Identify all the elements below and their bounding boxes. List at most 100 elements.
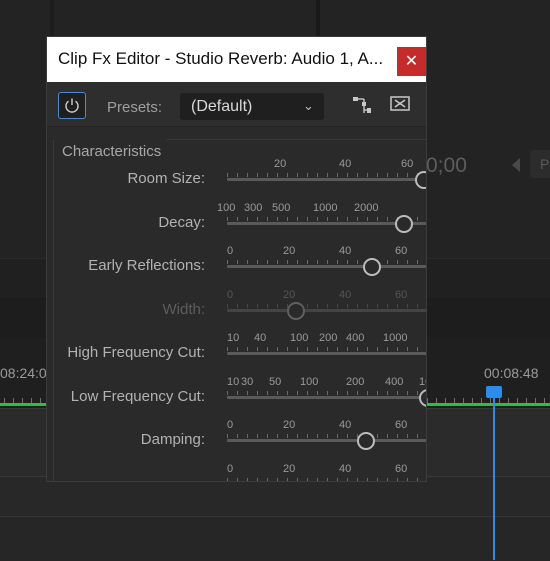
param-slider-track[interactable] — [227, 352, 426, 355]
param-tick — [277, 217, 278, 221]
preset-dropdown[interactable]: (Default) ⌄ — [180, 93, 324, 120]
param-tick — [267, 347, 268, 351]
param-slider-track[interactable] — [227, 178, 426, 181]
param-tick — [277, 434, 278, 438]
param-scale-label: 0 — [227, 245, 234, 257]
monitor-panel-top — [54, 0, 316, 36]
group-border — [53, 140, 54, 481]
param-slider-knob[interactable] — [357, 432, 375, 450]
param-slider-track[interactable] — [227, 396, 426, 399]
param-label: Early Reflections: — [88, 257, 205, 274]
close-button[interactable]: ✕ — [397, 47, 426, 76]
param-tick — [387, 478, 388, 481]
param-tick — [397, 260, 398, 264]
monitor-button[interactable]: P — [530, 150, 550, 178]
param-slider-track[interactable] — [227, 439, 426, 442]
param-tick — [347, 434, 348, 438]
param-tick — [277, 260, 278, 264]
param-tick — [357, 391, 358, 395]
param-scale-label: 2000 — [354, 202, 379, 214]
param-slider-knob[interactable] — [363, 258, 381, 276]
param-tick — [247, 217, 248, 221]
param-scale-label: 60 — [395, 245, 408, 257]
routing-icon[interactable] — [353, 97, 373, 120]
param-tick — [417, 260, 418, 264]
param-slider-knob[interactable] — [287, 302, 305, 320]
param-scale-label: 60 — [395, 463, 408, 475]
param-tick — [277, 478, 278, 481]
param-tick — [377, 304, 378, 308]
param-tick — [347, 173, 348, 177]
param-tick — [257, 391, 258, 395]
group-label: Characteristics — [62, 143, 162, 160]
param-scale-label: 60 — [401, 158, 414, 170]
monitor-panel-left — [0, 0, 50, 290]
remove-effect-icon[interactable] — [390, 95, 410, 113]
param-slider-knob[interactable] — [395, 215, 413, 233]
timeline-track-3[interactable] — [0, 516, 550, 561]
param-tick — [297, 173, 298, 177]
group-border-top — [167, 139, 426, 140]
param-tick — [387, 347, 388, 351]
param-tick — [387, 434, 388, 438]
param-tick — [337, 217, 338, 221]
param-tick — [397, 434, 398, 438]
param-tick — [227, 217, 228, 221]
param-tick — [247, 391, 248, 395]
param-tick — [247, 347, 248, 351]
step-back-icon[interactable] — [512, 158, 520, 172]
param-scale-label: 500 — [272, 202, 291, 214]
param-tick — [297, 434, 298, 438]
param-tick — [227, 347, 228, 351]
param-tick — [277, 173, 278, 177]
param-scale-label: 0 — [227, 419, 234, 431]
param-tick — [417, 217, 418, 221]
param-slider-knob[interactable] — [415, 171, 426, 189]
param-tick — [347, 304, 348, 308]
power-button[interactable] — [58, 92, 86, 119]
param-tick — [267, 434, 268, 438]
param-tick — [377, 173, 378, 177]
param-scale-label: 40 — [339, 158, 352, 170]
param-scale-label: 100 — [290, 332, 309, 344]
param-scale-label: 400 — [346, 332, 365, 344]
param-tick — [267, 260, 268, 264]
param-tick — [297, 260, 298, 264]
program-timecode[interactable]: 0;00 — [426, 154, 467, 178]
param-scale-label: 100 — [217, 202, 236, 214]
param-tick — [327, 217, 328, 221]
playhead-line[interactable] — [493, 390, 495, 560]
param-tick — [257, 217, 258, 221]
param-tick — [237, 217, 238, 221]
param-tick — [257, 260, 258, 264]
playhead-handle[interactable] — [486, 386, 502, 398]
param-label: Room Size: — [127, 170, 205, 187]
param-tick — [387, 217, 388, 221]
param-tick — [417, 478, 418, 481]
param-tick — [387, 391, 388, 395]
param-tick — [407, 173, 408, 177]
param-tick — [237, 260, 238, 264]
param-tick — [287, 217, 288, 221]
param-slider-track[interactable] — [227, 265, 426, 268]
param-tick — [237, 347, 238, 351]
dialog-titlebar[interactable]: Clip Fx Editor - Studio Reverb: Audio 1,… — [47, 37, 426, 82]
param-tick — [357, 347, 358, 351]
param-tick — [287, 347, 288, 351]
param-tick — [307, 173, 308, 177]
param-slider-track[interactable] — [227, 309, 426, 312]
param-slider-knob[interactable] — [419, 389, 426, 407]
param-tick — [307, 434, 308, 438]
timeline-track-2[interactable] — [0, 476, 550, 517]
param-tick — [377, 217, 378, 221]
param-tick — [377, 347, 378, 351]
param-scale-label: 200 — [346, 376, 365, 388]
param-tick — [267, 478, 268, 481]
param-tick — [387, 304, 388, 308]
param-tick — [277, 391, 278, 395]
param-tick — [227, 434, 228, 438]
param-tick — [367, 347, 368, 351]
param-tick — [347, 217, 348, 221]
param-tick — [377, 478, 378, 481]
param-tick — [367, 304, 368, 308]
